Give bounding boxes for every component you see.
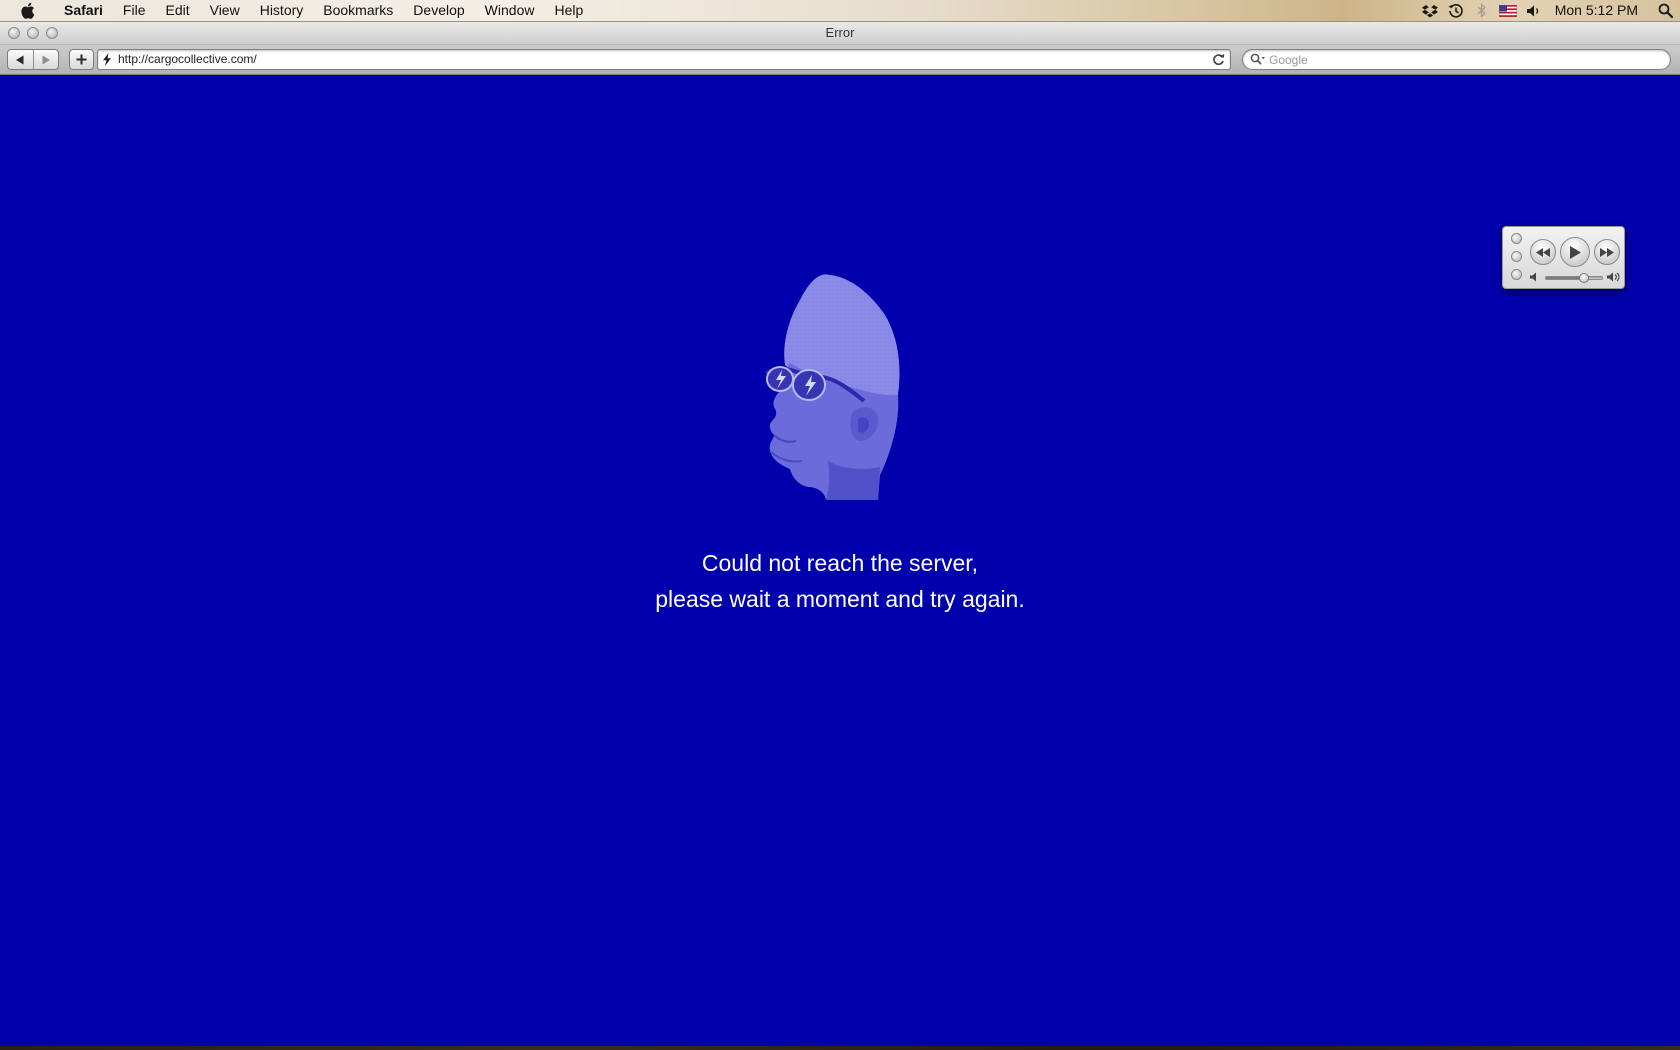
- search-input[interactable]: [1269, 51, 1659, 68]
- next-track-button[interactable]: [1594, 239, 1620, 265]
- volume-icon[interactable]: [1521, 4, 1547, 18]
- plus-icon: [76, 54, 87, 65]
- forward-button[interactable]: [32, 50, 59, 69]
- menu-help[interactable]: Help: [544, 0, 593, 21]
- lightning-favicon-icon: [103, 53, 111, 66]
- dropbox-icon[interactable]: [1417, 4, 1443, 18]
- bluetooth-icon[interactable]: [1469, 3, 1495, 18]
- menu-app-safari[interactable]: Safari: [54, 0, 113, 21]
- fast-forward-icon: [1600, 247, 1614, 257]
- volume-high-icon: [1607, 272, 1620, 282]
- volume-low-icon: [1530, 272, 1536, 282]
- mini-player-close-button[interactable]: [1511, 233, 1522, 244]
- volume-slider[interactable]: [1545, 273, 1603, 283]
- error-message: Could not reach the server, please wait …: [540, 545, 1140, 617]
- us-flag-input-icon[interactable]: [1495, 4, 1521, 17]
- desktop-edge: [0, 1046, 1680, 1050]
- spotlight-search-icon[interactable]: [1650, 3, 1680, 18]
- menubar-clock[interactable]: Mon 5:12 PM: [1547, 0, 1650, 21]
- volume-slider-knob[interactable]: [1579, 273, 1590, 283]
- menu-develop[interactable]: Develop: [403, 0, 474, 21]
- menu-view[interactable]: View: [200, 0, 250, 21]
- apple-menu-icon[interactable]: [0, 2, 54, 19]
- add-bookmark-button[interactable]: [69, 49, 94, 70]
- back-forward-control: [7, 49, 59, 70]
- menu-window[interactable]: Window: [475, 0, 545, 21]
- play-icon: [1570, 245, 1581, 259]
- window-title: Error: [825, 25, 855, 40]
- punk-head-illustration: [764, 274, 900, 500]
- back-button[interactable]: [8, 50, 33, 69]
- back-arrow-icon: [16, 55, 24, 64]
- search-icon[interactable]: [1250, 53, 1266, 66]
- menu-bar: Safari File Edit View History Bookmarks …: [0, 0, 1680, 22]
- itunes-mini-player[interactable]: [1502, 226, 1625, 289]
- mini-player-zoom-button[interactable]: [1511, 269, 1522, 280]
- menu-edit[interactable]: Edit: [155, 0, 199, 21]
- menu-file[interactable]: File: [113, 0, 156, 21]
- search-field[interactable]: [1242, 49, 1671, 70]
- address-bar[interactable]: http://cargocollective.com/: [97, 49, 1231, 70]
- rewind-icon: [1536, 247, 1550, 257]
- mini-player-minimize-button[interactable]: [1511, 251, 1522, 262]
- address-bar-url[interactable]: http://cargocollective.com/: [118, 52, 257, 66]
- menu-history[interactable]: History: [250, 0, 314, 21]
- time-machine-icon[interactable]: [1443, 3, 1469, 19]
- window-titlebar: Error: [0, 22, 1680, 45]
- page-content: Could not reach the server, please wait …: [0, 75, 1680, 1046]
- browser-toolbar: http://cargocollective.com/: [0, 45, 1680, 75]
- forward-arrow-icon: [42, 55, 50, 64]
- error-message-line-1: Could not reach the server,: [701, 550, 979, 576]
- menu-bookmarks[interactable]: Bookmarks: [313, 0, 403, 21]
- error-message-line-2: please wait a moment and try again.: [655, 586, 1025, 612]
- reload-icon[interactable]: [1212, 53, 1225, 66]
- previous-track-button[interactable]: [1530, 239, 1556, 265]
- play-button[interactable]: [1560, 237, 1590, 267]
